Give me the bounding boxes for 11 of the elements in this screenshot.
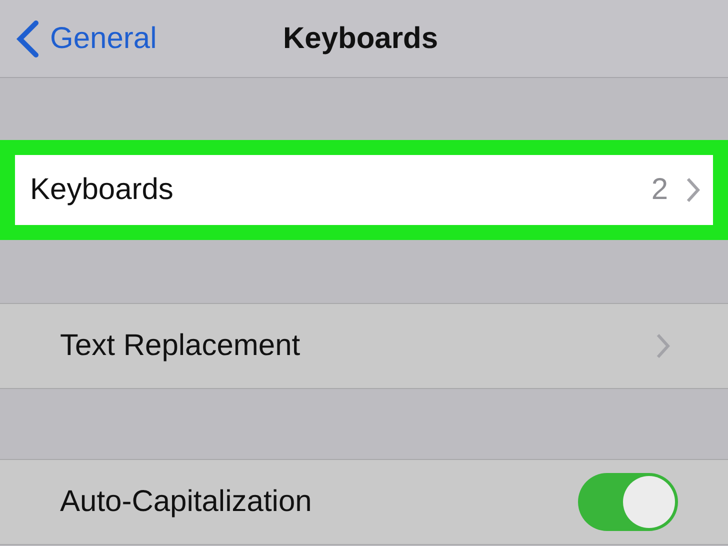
row-value: 2: [651, 173, 668, 207]
back-chevron-icon: [16, 20, 40, 58]
row-label: Auto-Capitalization: [60, 485, 313, 519]
screen-title: Keyboards: [282, 22, 438, 54]
chevron-icon: [656, 333, 670, 359]
highlighted-row[interactable]: Keyboards 2: [0, 140, 728, 240]
row-label: Text Replacement: [60, 329, 302, 363]
settings-row[interactable]: Text Replacement: [0, 303, 728, 389]
chevron-icon: [686, 177, 700, 203]
settings-row[interactable]: Auto-Capitalization: [0, 459, 728, 545]
row-label: Keyboards: [30, 173, 174, 207]
